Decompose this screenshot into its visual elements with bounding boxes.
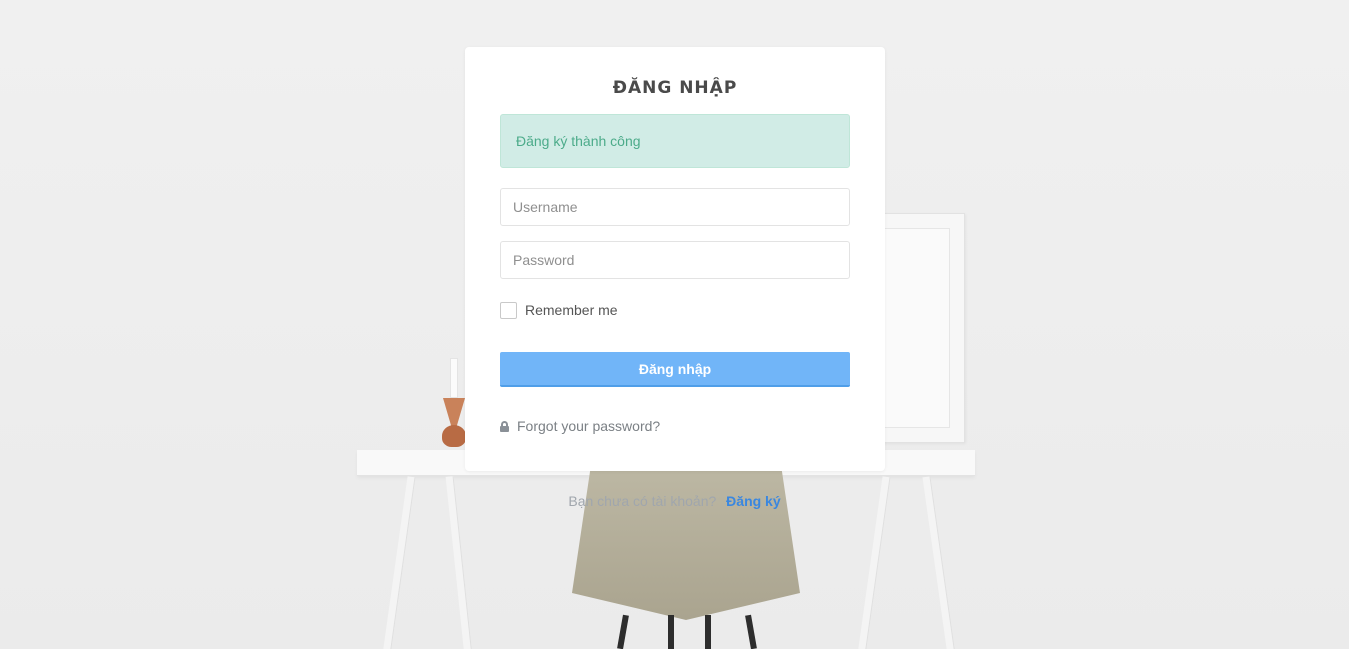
- password-input[interactable]: [500, 241, 850, 279]
- forgot-password-link[interactable]: Forgot your password?: [500, 418, 850, 434]
- background-picture-frame-inner: [882, 228, 950, 428]
- background-candle-holder-base: [442, 425, 466, 447]
- username-input[interactable]: [500, 188, 850, 226]
- background-chair-leg: [668, 615, 674, 649]
- remember-me-checkbox[interactable]: [500, 301, 517, 319]
- lock-icon: [500, 420, 509, 432]
- forgot-password-label[interactable]: Forgot your password?: [517, 418, 660, 434]
- background-chair-leg: [705, 615, 711, 649]
- remember-me-row[interactable]: Remember me: [500, 301, 850, 319]
- page-title: ĐĂNG NHẬP: [612, 78, 738, 98]
- success-alert: Đăng ký thành công: [500, 114, 850, 168]
- background-candle: [450, 358, 458, 398]
- register-prompt: Bạn chưa có tài khoản? Đăng ký: [0, 493, 1349, 509]
- login-button[interactable]: Đăng nhập: [500, 352, 850, 387]
- remember-me-label[interactable]: Remember me: [525, 302, 618, 318]
- register-link[interactable]: Đăng ký: [726, 493, 780, 509]
- register-prompt-text: Bạn chưa có tài khoản?: [568, 493, 717, 509]
- login-card: ĐĂNG NHẬP Đăng ký thành công Remember me…: [465, 47, 885, 471]
